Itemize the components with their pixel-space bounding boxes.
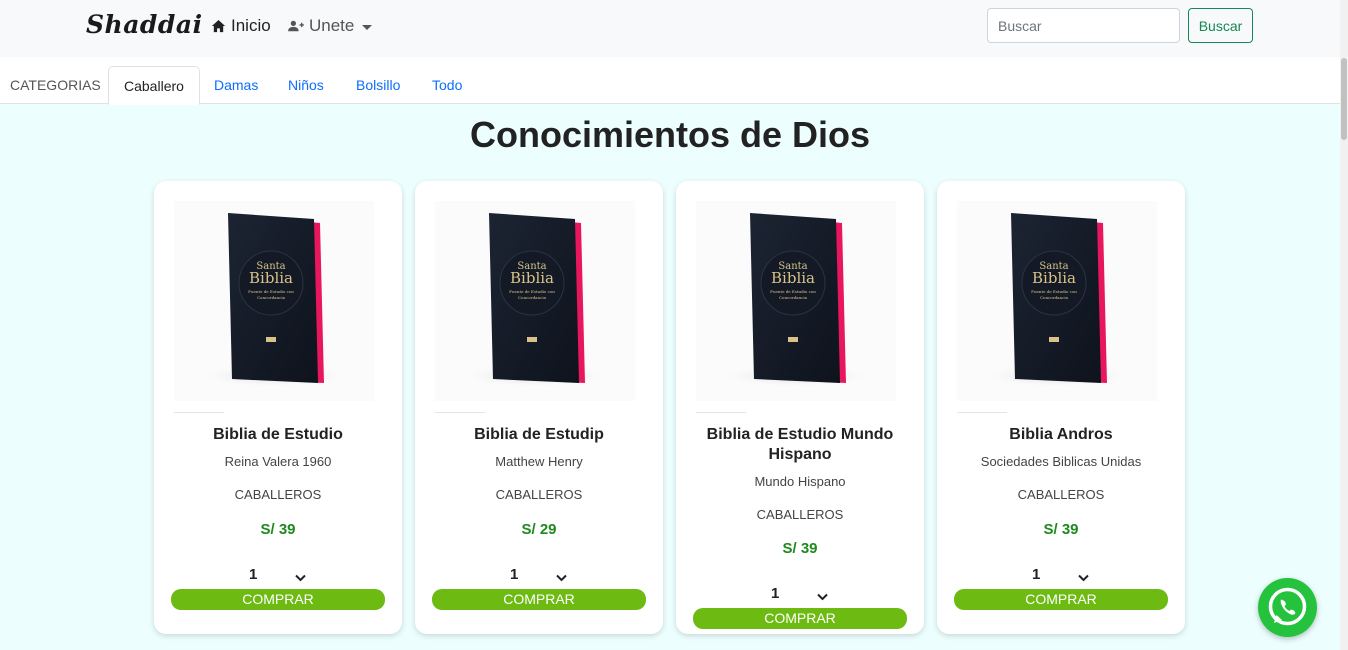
buy-button[interactable]: COMPRAR: [693, 608, 907, 629]
quantity-value: 1: [1032, 566, 1041, 583]
tab-damas[interactable]: Damas: [214, 77, 258, 93]
whatsapp-icon: [1258, 587, 1317, 641]
scrollbar-thumb[interactable]: [1341, 58, 1347, 140]
search-button[interactable]: Buscar: [1188, 8, 1253, 43]
buy-button[interactable]: COMPRAR: [432, 589, 646, 610]
product-card: Santa Biblia Fuente de Estudio con Conco…: [676, 181, 924, 634]
product-image[interactable]: Santa Biblia Fuente de Estudio con Conco…: [174, 201, 374, 401]
image-divider: [696, 412, 746, 413]
nav-inicio-label: Inicio: [231, 16, 271, 35]
svg-text:Biblia: Biblia: [249, 269, 293, 287]
chevron-down-icon: [1078, 569, 1089, 587]
product-author: Matthew Henry: [495, 454, 583, 469]
brand-logo[interactable]: Shaddai: [86, 10, 203, 39]
nav-unete-label: Unete: [309, 16, 355, 35]
product-price: S/ 39: [782, 540, 818, 557]
svg-text:Concordancia: Concordancia: [779, 295, 808, 300]
top-navbar: Shaddai Inicio Unete Buscar: [0, 0, 1340, 57]
buy-button[interactable]: COMPRAR: [954, 589, 1168, 610]
svg-text:Fuente de Estudio con: Fuente de Estudio con: [1031, 289, 1077, 294]
svg-text:Concordancia: Concordancia: [1040, 295, 1069, 300]
tab-bolsillo[interactable]: Bolsillo: [356, 77, 400, 93]
product-category: CABALLEROS: [234, 487, 322, 502]
page-title: Conocimientos de Dios: [469, 114, 871, 155]
image-divider: [435, 412, 485, 413]
product-title[interactable]: Biblia de Estudio: [164, 425, 392, 445]
home-icon: [211, 19, 226, 34]
product-category: CABALLEROS: [756, 507, 844, 522]
product-category: CABALLEROS: [1017, 487, 1105, 502]
svg-text:Concordancia: Concordancia: [518, 295, 547, 300]
product-title[interactable]: Biblia de Estudio Mundo Hispano: [686, 425, 914, 465]
svg-text:Fuente de Estudio con: Fuente de Estudio con: [770, 289, 816, 294]
tab-ninos[interactable]: Niños: [288, 77, 324, 93]
search-input[interactable]: [987, 8, 1180, 43]
buy-button[interactable]: COMPRAR: [171, 589, 385, 610]
svg-text:Biblia: Biblia: [771, 269, 815, 287]
svg-text:Fuente de Estudio con: Fuente de Estudio con: [509, 289, 555, 294]
svg-text:Concordancia: Concordancia: [257, 295, 286, 300]
chevron-down-icon: [295, 569, 306, 587]
product-card: Santa Biblia Fuente de Estudio con Conco…: [937, 181, 1185, 634]
product-category: CABALLEROS: [495, 487, 583, 502]
quantity-value: 1: [771, 585, 780, 602]
image-divider: [174, 412, 224, 413]
svg-text:Biblia: Biblia: [510, 269, 554, 287]
tab-todo[interactable]: Todo: [432, 77, 462, 93]
product-author: Sociedades Biblicas Unidas: [980, 454, 1142, 469]
whatsapp-button[interactable]: [1258, 578, 1317, 637]
product-author: Mundo Hispano: [754, 474, 846, 489]
svg-text:Biblia: Biblia: [1032, 269, 1076, 287]
category-tabs: CATEGORIAS Caballero Damas Niños Bolsill…: [0, 57, 1340, 105]
product-author: Reina Valera 1960: [224, 454, 332, 469]
chevron-down-icon: [556, 569, 567, 587]
nav-unete-dropdown[interactable]: Unete: [288, 16, 373, 36]
product-image[interactable]: Santa Biblia Fuente de Estudio con Conco…: [696, 201, 896, 401]
page-scrollbar[interactable]: [1340, 0, 1348, 650]
categories-heading: CATEGORIAS: [10, 77, 101, 93]
quantity-value: 1: [249, 566, 258, 583]
product-title[interactable]: Biblia de Estudip: [425, 425, 653, 445]
svg-text:Fuente de Estudio con: Fuente de Estudio con: [248, 289, 294, 294]
image-divider: [957, 412, 1007, 413]
tab-caballero[interactable]: Caballero: [108, 66, 200, 105]
quantity-value: 1: [510, 566, 519, 583]
product-title[interactable]: Biblia Andros: [947, 425, 1175, 445]
product-image[interactable]: Santa Biblia Fuente de Estudio con Conco…: [957, 201, 1157, 401]
product-card: Santa Biblia Fuente de Estudio con Conco…: [415, 181, 663, 634]
chevron-down-icon: [817, 588, 828, 606]
product-price: S/ 39: [260, 521, 296, 538]
nav-inicio-link[interactable]: Inicio: [211, 16, 271, 36]
user-plus-icon: [288, 19, 304, 33]
product-image[interactable]: Santa Biblia Fuente de Estudio con Conco…: [435, 201, 635, 401]
product-card: Santa Biblia Fuente de Estudio con Conco…: [154, 181, 402, 634]
product-price: S/ 39: [1043, 521, 1079, 538]
caret-down-icon: [362, 24, 373, 30]
product-price: S/ 29: [521, 521, 557, 538]
